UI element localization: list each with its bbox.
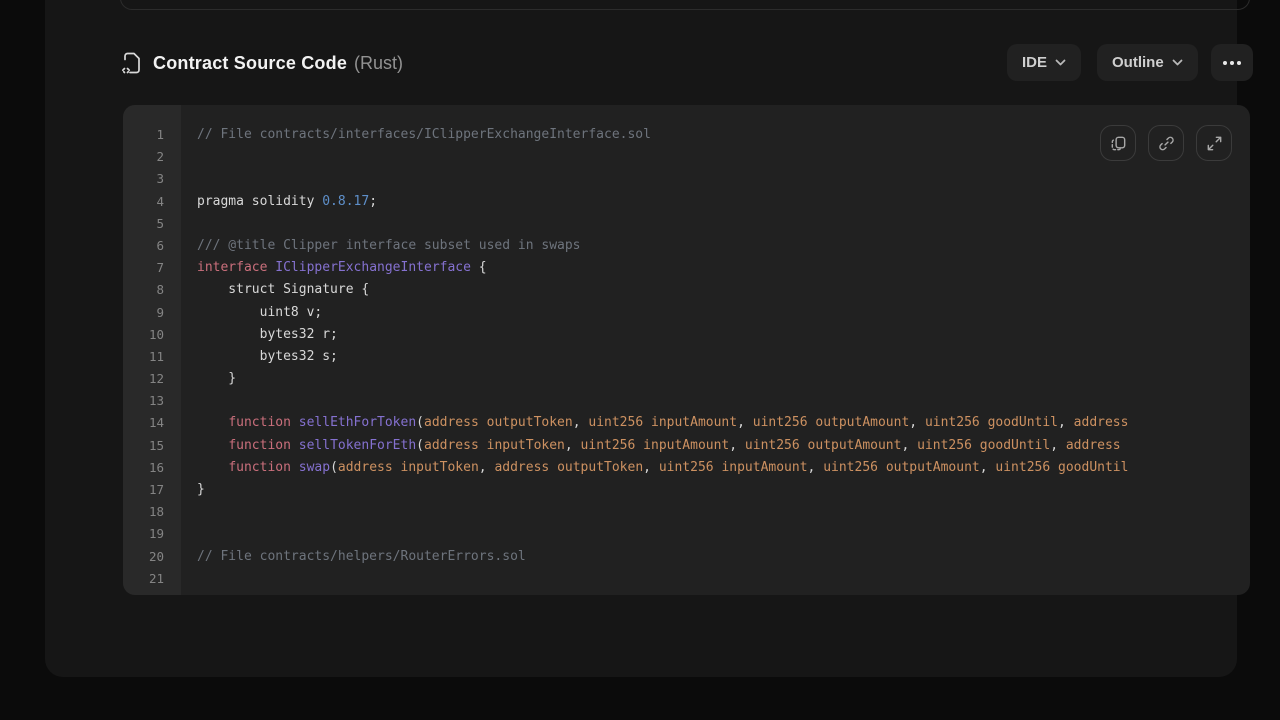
- code-text: function swap(address inputToken, addres…: [181, 457, 1250, 479]
- line-number: 14: [123, 412, 181, 434]
- info-column: Optimization enabledYes with 1000 runs: [403, 0, 685, 9]
- code-text: function sellTokenForEth(address inputTo…: [181, 435, 1250, 457]
- code-line: 5: [123, 213, 1250, 235]
- code-text: [181, 213, 1250, 235]
- ide-button-label: IDE: [1022, 54, 1047, 71]
- info-column: Other settingsdefault evmVersion, MIT li…: [967, 0, 1249, 9]
- code-line: 3: [123, 168, 1250, 190]
- line-number: 18: [123, 501, 181, 523]
- contract-details-card: Contract nameAggregationRouterV5Optimiza…: [45, 0, 1237, 677]
- code-text: [181, 523, 1250, 545]
- line-number: 11: [123, 346, 181, 368]
- code-text: [181, 568, 1250, 590]
- line-number: 1: [123, 124, 181, 146]
- line-number: 10: [123, 324, 181, 346]
- outline-dropdown-button[interactable]: Outline: [1097, 44, 1198, 81]
- copy-icon: [1109, 134, 1128, 153]
- source-code-title: Contract Source Code: [153, 53, 347, 74]
- code-text: bytes32 r;: [181, 324, 1250, 346]
- code-text: }: [181, 368, 1250, 390]
- chevron-down-icon: [1055, 59, 1066, 66]
- code-text: }: [181, 479, 1250, 501]
- copy-code-button[interactable]: [1100, 125, 1136, 161]
- contract-summary-panel: Contract nameAggregationRouterV5Optimiza…: [120, 0, 1250, 10]
- line-number: 2: [123, 146, 181, 168]
- source-code-language: (Rust): [354, 53, 403, 74]
- code-line: 16 function swap(address inputToken, add…: [123, 457, 1250, 479]
- code-text: struct Signature {: [181, 279, 1250, 301]
- code-text: [181, 146, 1250, 168]
- code-line: 4pragma solidity 0.8.17;: [123, 191, 1250, 213]
- code-line: 8 struct Signature {: [123, 279, 1250, 301]
- line-number: 6: [123, 235, 181, 257]
- code-text: interface IClipperExchangeInterface {: [181, 257, 1250, 279]
- chevron-down-icon: [1172, 59, 1183, 66]
- source-code-viewer[interactable]: 1// File contracts/interfaces/IClipperEx…: [123, 105, 1250, 595]
- source-code-header: Contract Source Code (Rust): [120, 48, 403, 78]
- code-line: 11 bytes32 s;: [123, 346, 1250, 368]
- line-number: 5: [123, 213, 181, 235]
- code-text: [181, 168, 1250, 190]
- code-line: 20// File contracts/helpers/RouterErrors…: [123, 546, 1250, 568]
- ellipsis-icon: [1223, 61, 1241, 65]
- code-line: 7interface IClipperExchangeInterface {: [123, 257, 1250, 279]
- link-icon: [1157, 134, 1176, 153]
- code-text: [181, 390, 1250, 412]
- line-number: 7: [123, 257, 181, 279]
- permalink-button[interactable]: [1148, 125, 1184, 161]
- code-line: 13: [123, 390, 1250, 412]
- line-number: 20: [123, 546, 181, 568]
- code-line: 9 uint8 v;: [123, 302, 1250, 324]
- line-number: 9: [123, 302, 181, 324]
- code-line: 15 function sellTokenForEth(address inpu…: [123, 435, 1250, 457]
- outline-button-label: Outline: [1112, 54, 1164, 71]
- code-line: 17}: [123, 479, 1250, 501]
- code-text: uint8 v;: [181, 302, 1250, 324]
- code-line: 6/// @title Clipper interface subset use…: [123, 235, 1250, 257]
- line-number: 4: [123, 191, 181, 213]
- code-lines: 1// File contracts/interfaces/IClipperEx…: [123, 124, 1250, 590]
- code-text: [181, 501, 1250, 523]
- code-text: // File contracts/interfaces/IClipperExc…: [181, 124, 1250, 146]
- code-line: 12 }: [123, 368, 1250, 390]
- code-line: 19: [123, 523, 1250, 545]
- code-text: bytes32 s;: [181, 346, 1250, 368]
- line-number: 19: [123, 523, 181, 545]
- code-line: 10 bytes32 r;: [123, 324, 1250, 346]
- code-action-toolbar: [1100, 125, 1232, 161]
- line-number: 13: [123, 390, 181, 412]
- more-options-button[interactable]: [1211, 44, 1253, 81]
- line-number: 17: [123, 479, 181, 501]
- source-code-file-icon: [120, 50, 144, 76]
- code-line: 21: [123, 568, 1250, 590]
- info-column: Compiler versionv0.8.17+commit.8df45f5f: [685, 0, 967, 9]
- fullscreen-button[interactable]: [1196, 125, 1232, 161]
- code-text: /// @title Clipper interface subset used…: [181, 235, 1250, 257]
- code-text: pragma solidity 0.8.17;: [181, 191, 1250, 213]
- line-number: 3: [123, 168, 181, 190]
- code-line: 2: [123, 146, 1250, 168]
- expand-icon: [1205, 134, 1224, 153]
- line-number: 16: [123, 457, 181, 479]
- code-line: 14 function sellEthForToken(address outp…: [123, 412, 1250, 434]
- line-number: 21: [123, 568, 181, 590]
- code-line: 1// File contracts/interfaces/IClipperEx…: [123, 124, 1250, 146]
- code-text: function sellEthForToken(address outputT…: [181, 412, 1250, 434]
- line-number: 12: [123, 368, 181, 390]
- code-line: 18: [123, 501, 1250, 523]
- info-column: Contract nameAggregationRouterV5: [121, 0, 403, 9]
- line-number: 8: [123, 279, 181, 301]
- code-text: // File contracts/helpers/RouterErrors.s…: [181, 546, 1250, 568]
- line-number: 15: [123, 435, 181, 457]
- ide-dropdown-button[interactable]: IDE: [1007, 44, 1081, 81]
